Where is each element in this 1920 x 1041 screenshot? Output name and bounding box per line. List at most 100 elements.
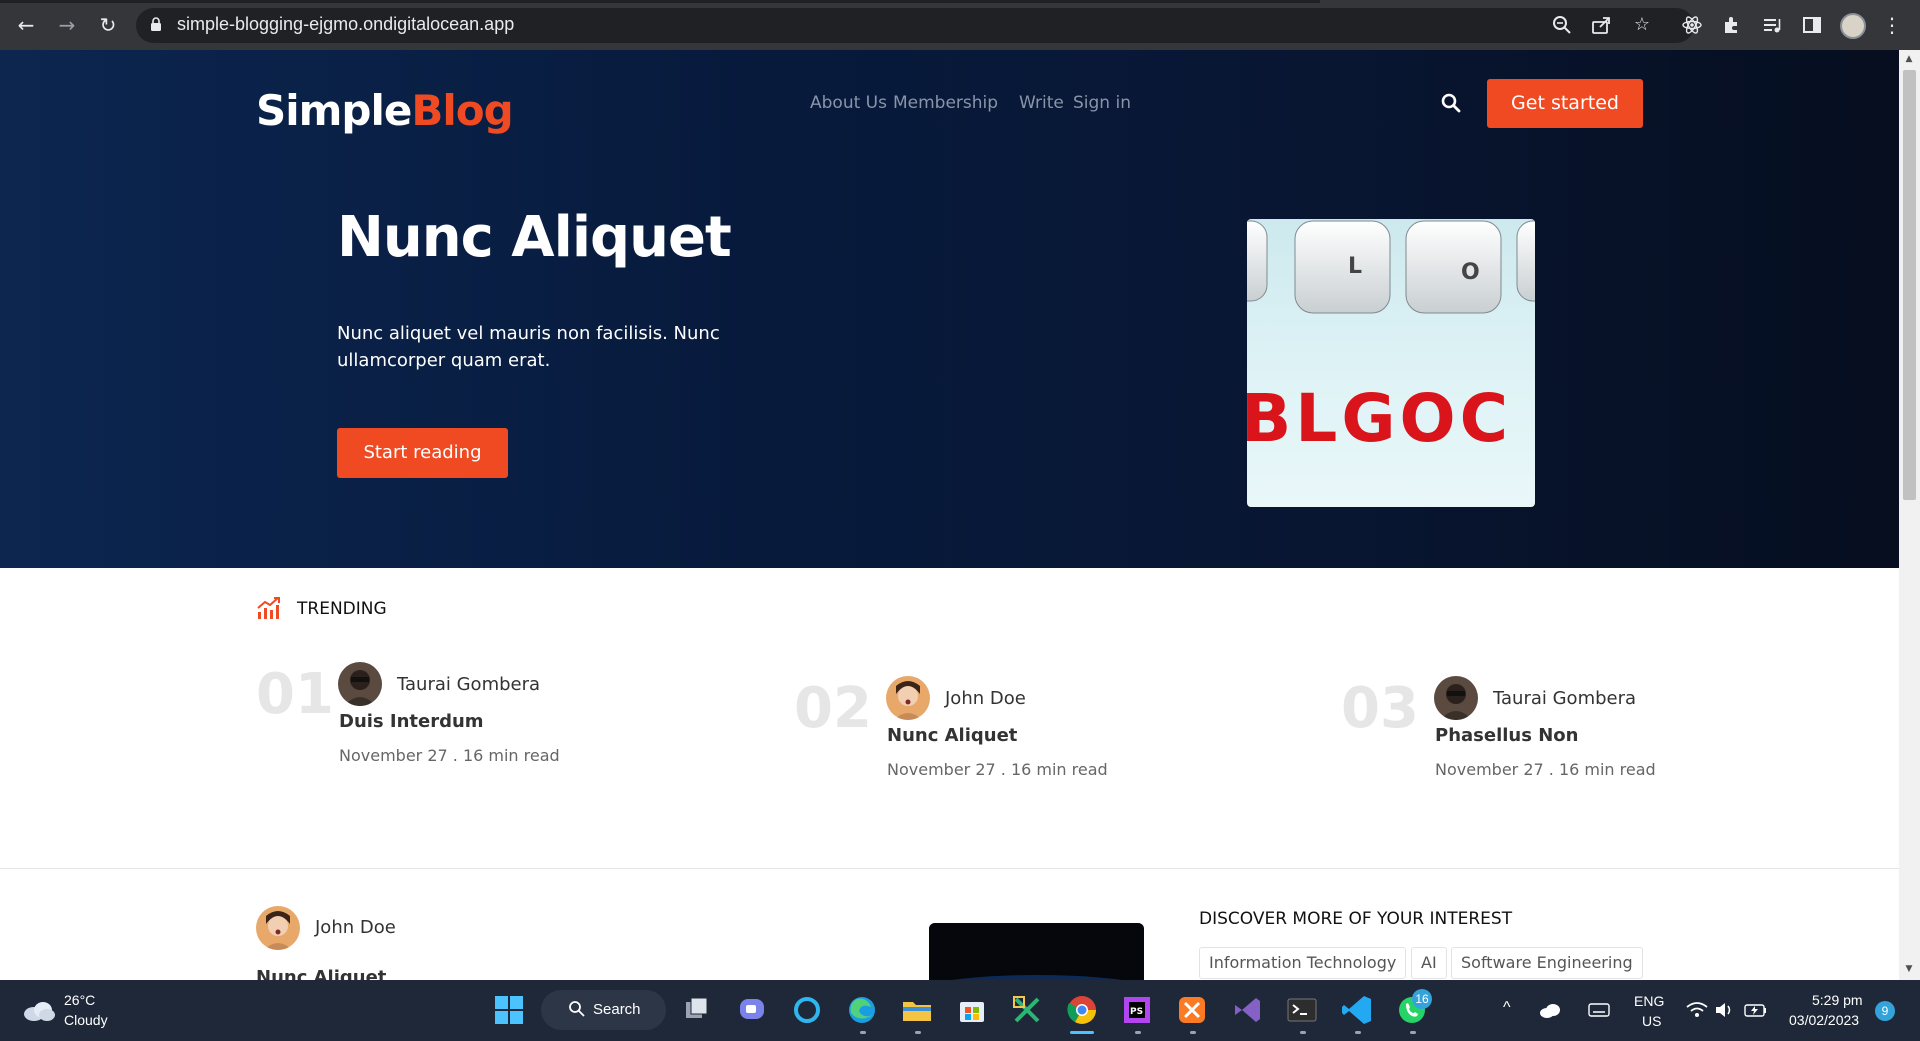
logo-blog: Blog [411,86,513,135]
language-region[interactable]: US [1642,1013,1661,1029]
cloud-icon[interactable] [22,1000,56,1022]
lock-icon[interactable] [150,17,162,31]
microsoft-store-icon[interactable] [955,993,989,1027]
site-logo[interactable]: SimpleBlog [256,86,514,135]
star-icon[interactable]: ☆ [1631,14,1653,36]
feed-post-title[interactable]: Nunc Aliquet [256,967,386,980]
start-reading-button[interactable]: Start reading [337,428,508,478]
page-viewport: SimpleBlog About Us Membership Write Sig… [0,50,1899,980]
weather-temperature[interactable]: 26°C [64,992,95,1008]
svg-text:PS: PS [1130,1007,1143,1017]
scroll-up-icon[interactable]: ▲ [1904,54,1914,64]
clock-date[interactable]: 03/02/2023 [1789,1012,1859,1028]
author-name[interactable]: John Doe [945,688,1026,709]
visual-studio-icon[interactable] [1230,993,1264,1027]
nav-membership[interactable]: Membership [893,93,998,113]
onedrive-icon[interactable] [1538,1000,1562,1020]
author-avatar [338,662,382,706]
post-title[interactable]: Duis Interdum [339,711,484,732]
feed-author-name[interactable]: John Doe [315,917,396,938]
hero-description: Nunc aliquet vel mauris non facilisis. N… [337,323,720,371]
post-meta: November 27 . 16 min read [887,760,1108,779]
logo-simple: Simple [256,86,412,135]
post-meta: November 27 . 16 min read [339,746,560,765]
author-avatar [886,676,930,720]
hero-title: Nunc Aliquet [337,205,732,270]
taskbar-search[interactable]: Search [541,990,666,1030]
nav-write[interactable]: Write [1019,93,1064,113]
profile-avatar-icon[interactable] [1840,13,1866,39]
phpstorm-icon[interactable]: PS [1120,993,1154,1027]
keyboard-blog-illustration: L O BLGOC [1247,220,1535,457]
trending-label: TRENDING [297,599,387,619]
post-meta: November 27 . 16 min read [1435,760,1656,779]
scroll-down-icon[interactable]: ▼ [1904,964,1914,974]
app-running-indicator [1355,1031,1361,1034]
get-started-button[interactable]: Get started [1487,79,1643,128]
edge-icon[interactable] [845,993,879,1027]
feed-post-thumbnail[interactable] [929,923,1144,980]
tag-software-engineering[interactable]: Software Engineering [1451,947,1643,979]
nav-sign-in[interactable]: Sign in [1073,93,1131,113]
trending-chart-icon [257,597,280,619]
windows-start-icon[interactable] [492,993,526,1027]
teams-chat-icon[interactable] [735,993,769,1027]
trending-rank: 03 [1341,676,1419,741]
terminal-icon[interactable] [1285,993,1319,1027]
back-arrow-icon[interactable]: ← [14,13,38,37]
reload-icon[interactable]: ↻ [96,13,120,37]
tag-ai[interactable]: AI [1411,947,1447,979]
file-explorer-icon[interactable] [900,993,934,1027]
cortana-icon[interactable] [790,993,824,1027]
language-code[interactable]: ENG [1634,993,1664,1009]
weather-condition[interactable]: Cloudy [64,1012,108,1028]
tab-strip-edge [0,0,1320,3]
battery-icon[interactable] [1744,1001,1768,1019]
page-scrollbar[interactable]: ▲ ▼ [1899,50,1920,980]
blog-word: BLGOC [1247,380,1512,457]
key-label-o: O [1461,260,1480,285]
clock-time[interactable]: 5:29 pm [1812,992,1863,1008]
chrome-icon[interactable] [1065,993,1099,1027]
author-name[interactable]: Taurai Gombera [397,674,540,695]
post-title[interactable]: Nunc Aliquet [887,725,1017,746]
extensions-icon[interactable] [1721,14,1743,36]
hero-section: SimpleBlog About Us Membership Write Sig… [0,50,1899,568]
scroll-thumb[interactable] [1903,70,1916,500]
trending-item-2[interactable]: 02 John Doe Nunc Aliquet November 27 . 1… [794,676,1214,806]
kebab-menu-icon[interactable]: ⋮ [1880,13,1904,37]
search-icon [569,1001,585,1017]
trending-rank: 02 [794,676,872,741]
author-name[interactable]: Taurai Gombera [1493,688,1636,709]
share-icon[interactable] [1590,14,1612,36]
xampp-icon[interactable] [1175,993,1209,1027]
app-running-indicator [915,1031,921,1034]
search-icon[interactable] [1440,92,1462,114]
hero-image: L O BLGOC [1247,219,1535,507]
task-view-icon[interactable] [680,993,714,1027]
url-text[interactable]: simple-blogging-ejgmo.ondigitalocean.app [177,14,514,35]
tag-information-technology[interactable]: Information Technology [1199,947,1407,979]
trending-item-1[interactable]: 01 Taurai Gombera Duis Interdum November… [256,662,676,792]
volume-icon[interactable] [1714,1001,1736,1019]
trending-item-3[interactable]: 03 Taurai Gombera Phasellus Non November… [1341,676,1761,806]
author-avatar [1434,676,1478,720]
react-devtools-icon[interactable] [1681,14,1703,36]
vscode-icon[interactable] [1340,993,1374,1027]
keyboard-icon[interactable] [1588,1001,1610,1019]
notification-badge[interactable]: 9 [1875,1001,1895,1021]
chevron-up-icon[interactable]: ^ [1503,999,1511,1017]
side-panel-icon[interactable] [1801,14,1823,36]
zoom-icon[interactable] [1551,14,1573,36]
whatsapp-badge: 16 [1412,989,1432,1009]
post-title[interactable]: Phasellus Non [1435,725,1578,746]
app-running-indicator [1190,1031,1196,1034]
media-icon[interactable] [1761,14,1783,36]
nav-about-us[interactable]: About Us [810,93,887,113]
app-running-indicator [1135,1031,1141,1034]
feed-author-avatar [256,906,300,950]
snipping-tool-icon[interactable] [1010,993,1044,1027]
forward-arrow-icon[interactable]: → [55,13,79,37]
app-active-indicator [1070,1031,1094,1034]
wifi-icon[interactable] [1686,1001,1708,1019]
